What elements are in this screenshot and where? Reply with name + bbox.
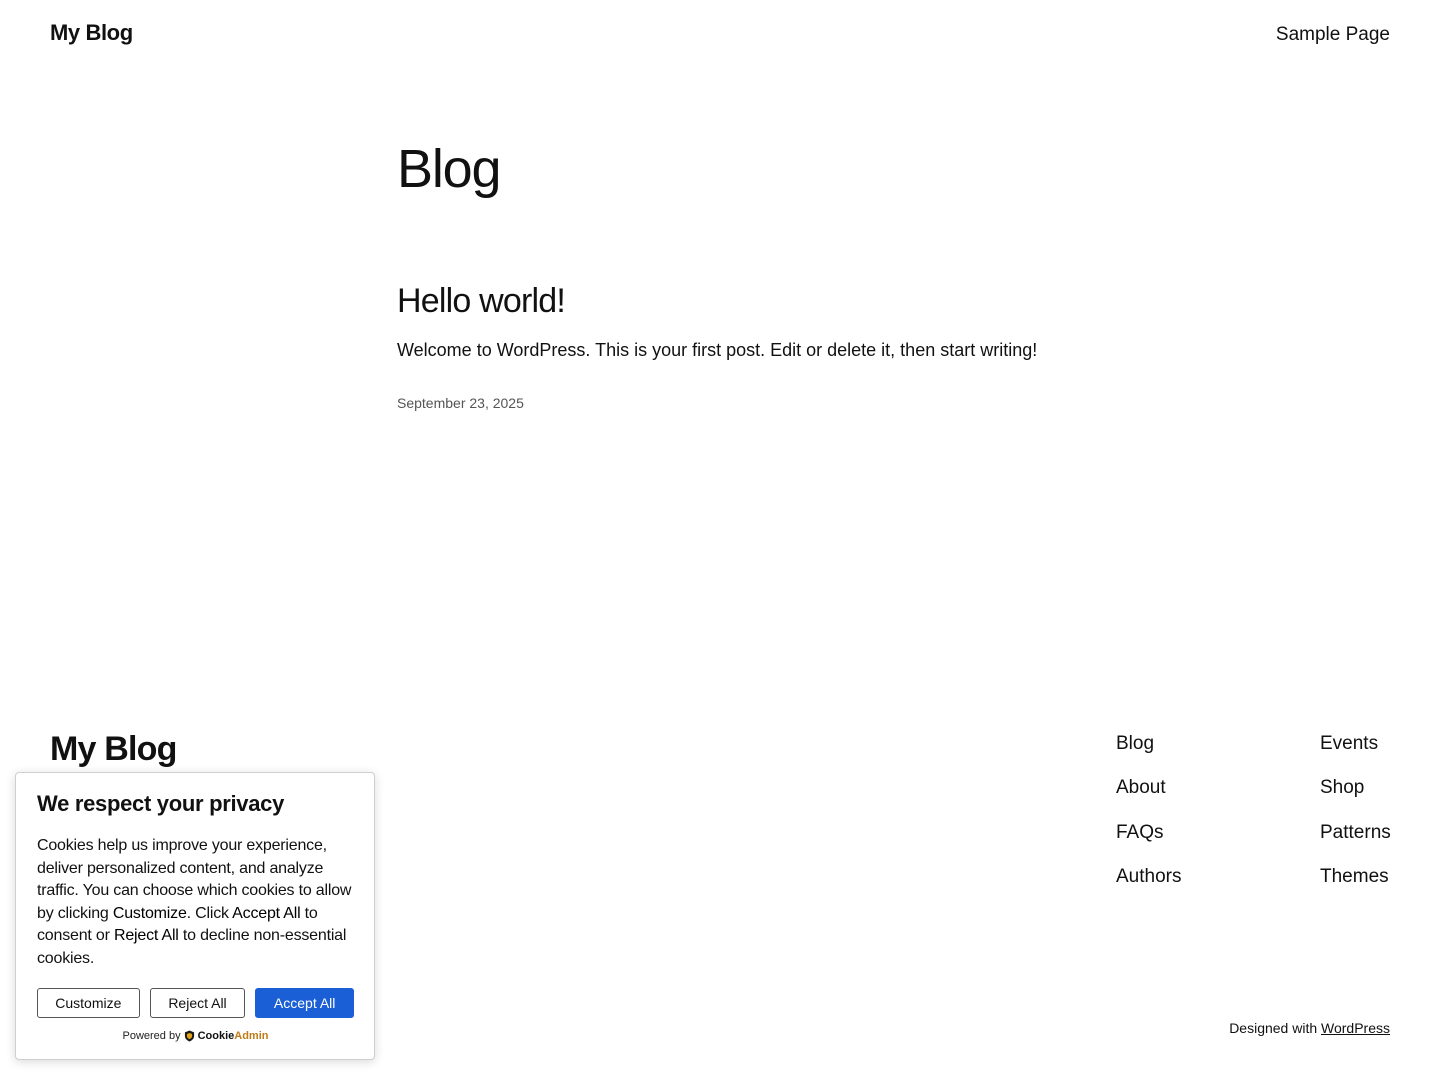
cookie-button-row: Customize Reject All Accept All: [37, 988, 354, 1018]
powered-by-cookieadmin[interactable]: Powered by CookieAdmin: [37, 1030, 354, 1042]
nav-link-sample-page[interactable]: Sample Page: [1276, 24, 1390, 46]
footer-link-events[interactable]: Events: [1320, 733, 1391, 777]
footer-link-shop[interactable]: Shop: [1320, 777, 1391, 821]
designed-with-credit: Designed with WordPress: [1229, 1020, 1390, 1036]
cookie-consent-banner: We respect your privacy Cookies help us …: [15, 772, 375, 1060]
page-title: Blog: [397, 139, 501, 199]
cookieadmin-logo-text: CookieAdmin: [198, 1030, 269, 1042]
footer-link-faqs[interactable]: FAQs: [1116, 822, 1181, 866]
post-excerpt: Welcome to WordPress. This is your first…: [397, 340, 1038, 360]
designed-with-text: Designed with: [1229, 1020, 1322, 1036]
cookieadmin-shield-icon: [184, 1030, 194, 1042]
cookie-banner-heading: We respect your privacy: [37, 791, 285, 816]
footer-nav-column-2: Events Shop Patterns Themes: [1320, 733, 1391, 910]
cookie-text-reject: Reject All: [113, 927, 179, 944]
footer-link-authors[interactable]: Authors: [1116, 866, 1181, 910]
footer-site-title[interactable]: My Blog: [50, 730, 177, 769]
wordpress-link[interactable]: WordPress: [1321, 1020, 1390, 1036]
cookie-banner-description: Cookies help us improve your experience,…: [37, 835, 354, 970]
footer-nav-column-1: Blog About FAQs Authors: [1116, 733, 1181, 910]
cookie-text-part-2: . Click: [186, 904, 233, 922]
footer-link-about[interactable]: About: [1116, 777, 1181, 821]
footer-link-patterns[interactable]: Patterns: [1320, 822, 1391, 866]
post-title-link[interactable]: Hello world!: [397, 282, 566, 321]
site-title-link[interactable]: My Blog: [50, 20, 133, 46]
customize-button[interactable]: Customize: [37, 988, 140, 1018]
powered-by-label: Powered by: [122, 1030, 181, 1042]
cookieadmin-brand-part-1: Cookie: [197, 1030, 235, 1042]
footer-link-themes[interactable]: Themes: [1320, 866, 1391, 910]
reject-all-button[interactable]: Reject All: [149, 988, 246, 1018]
post-date: September 23, 2025: [397, 395, 524, 411]
cookieadmin-brand-part-2: Admin: [234, 1030, 269, 1042]
footer-link-blog[interactable]: Blog: [1116, 733, 1181, 777]
cookie-text-customize: Customize: [112, 904, 187, 922]
cookie-text-accept: Accept All: [232, 904, 301, 922]
accept-all-button[interactable]: Accept All: [255, 988, 354, 1018]
